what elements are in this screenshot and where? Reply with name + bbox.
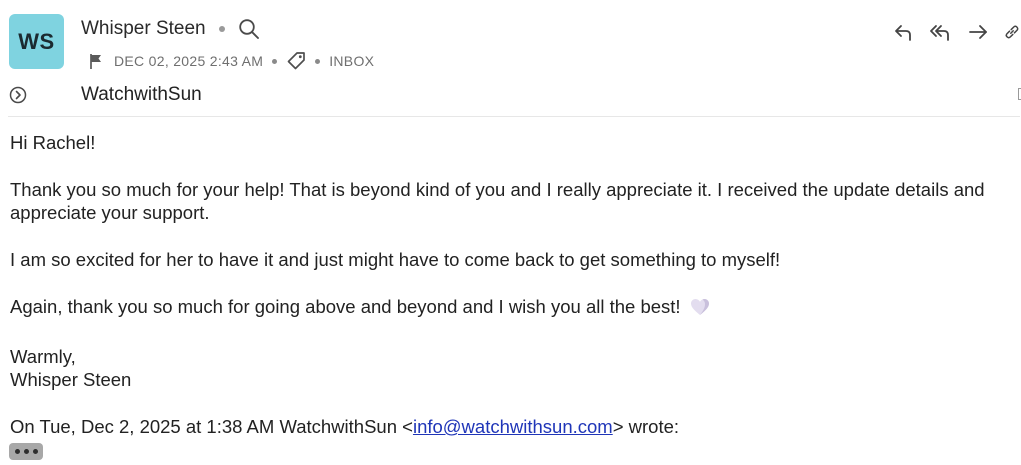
message-header: WS Whisper Steen DEC 02, 2025 2:43 AM IN… <box>0 0 1021 117</box>
more-dot-icon <box>32 449 38 454</box>
header-divider <box>8 116 1020 117</box>
signature-name: Whisper Steen <box>10 369 132 390</box>
more-dot-icon <box>23 449 29 454</box>
chevron-circle-icon[interactable] <box>9 86 27 104</box>
search-icon[interactable] <box>238 18 260 40</box>
more-dot-icon <box>14 449 20 454</box>
show-quoted-text-button[interactable] <box>9 443 43 460</box>
forward-icon[interactable] <box>967 21 989 43</box>
body-paragraph-with-emoji: Again, thank you so much for going above… <box>10 295 1015 321</box>
flag-icon[interactable] <box>88 53 104 70</box>
quote-email-link[interactable]: info@watchwithsun.com <box>413 416 613 437</box>
folder-label[interactable]: INBOX <box>329 53 374 69</box>
tag-icon[interactable] <box>286 51 306 71</box>
separator-dot <box>272 58 278 64</box>
quoted-header: On Tue, Dec 2, 2025 at 1:38 AM Watchwith… <box>10 415 1015 438</box>
heart-emoji-icon <box>690 298 710 321</box>
greeting: Hi Rachel! <box>10 132 96 153</box>
separator-dot <box>218 26 225 32</box>
separator-dot <box>315 58 321 64</box>
message-body: Hi Rachel! Thank you so much for your he… <box>10 131 1015 438</box>
link-icon[interactable] <box>1003 21 1021 43</box>
closing-text: Warmly, <box>10 346 76 367</box>
quote-suffix: > wrote: <box>612 416 680 437</box>
reply-all-icon[interactable] <box>929 21 953 43</box>
body-paragraph: Again, thank you so much for going above… <box>10 296 681 317</box>
sender-name[interactable]: Whisper Steen <box>81 18 206 40</box>
sender-row: Whisper Steen <box>81 16 260 42</box>
body-paragraph: Thank you so much for your help! That is… <box>10 179 985 223</box>
sender-avatar: WS <box>9 14 64 69</box>
message-meta: DEC 02, 2025 2:43 AM INBOX <box>88 50 374 72</box>
reply-icon[interactable] <box>893 21 915 43</box>
message-date: DEC 02, 2025 2:43 AM <box>114 53 264 69</box>
message-actions <box>893 18 1021 46</box>
body-paragraph: I am so excited for her to have it and j… <box>10 249 781 270</box>
recipient-name[interactable]: WatchwithSun <box>81 84 202 106</box>
quote-prefix: On Tue, Dec 2, 2025 at 1:38 AM Watchwith… <box>10 416 413 437</box>
recipient-row: WatchwithSun <box>9 82 1009 108</box>
signature-block: Warmly, Whisper Steen <box>10 345 1015 391</box>
